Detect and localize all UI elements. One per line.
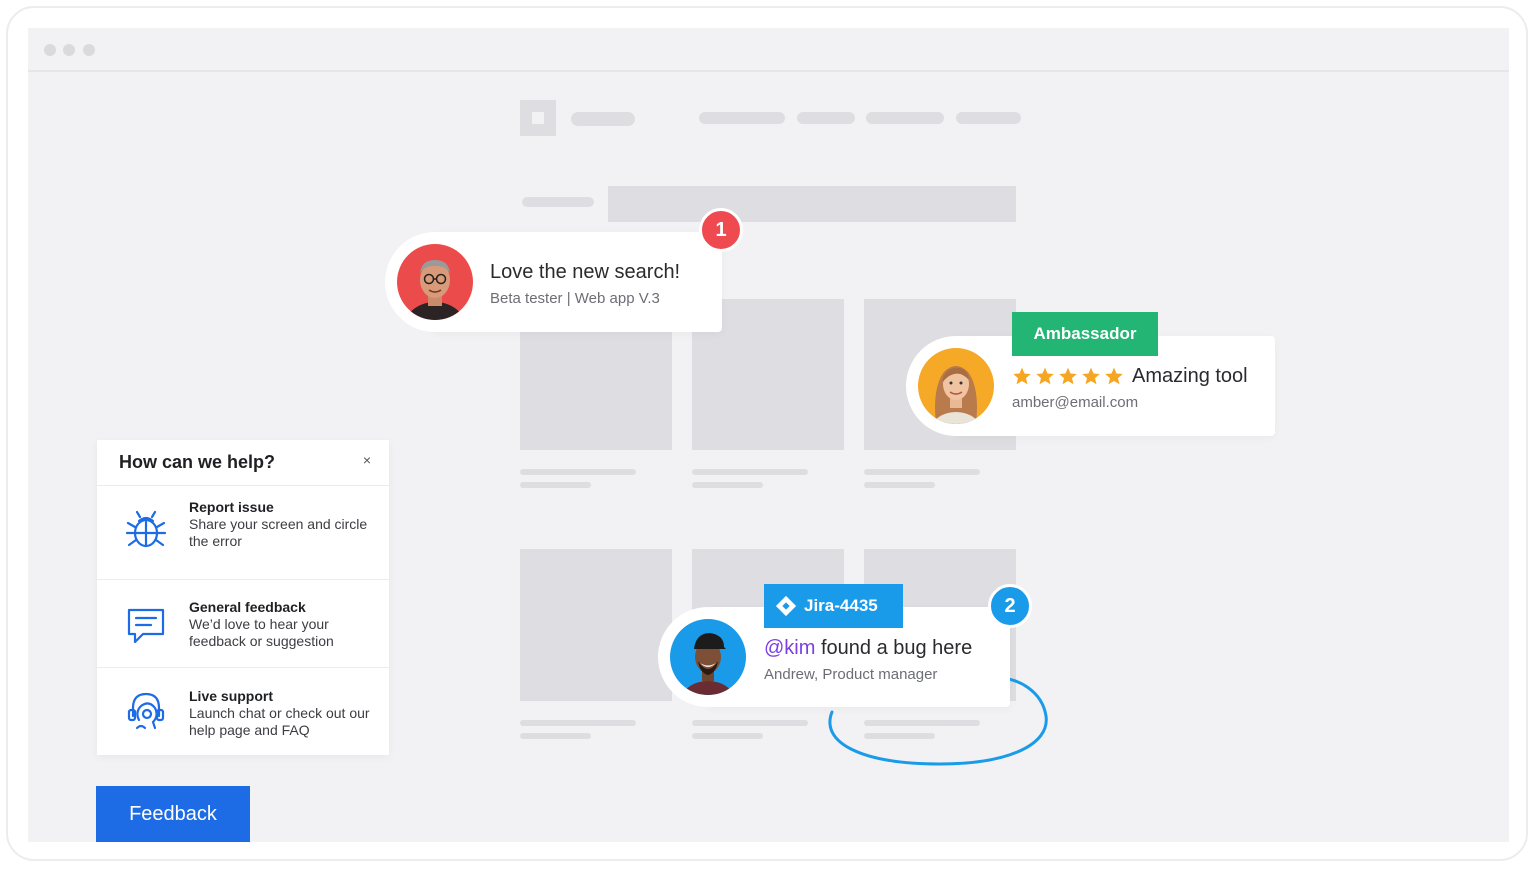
logo-placeholder (520, 100, 556, 136)
feedback-title: @kim found a bug here (764, 637, 972, 660)
help-item-report-issue[interactable]: Report issue Share your screen and circl… (97, 485, 389, 580)
ambassador-tag: Ambassador (1012, 312, 1158, 356)
close-icon[interactable]: × (363, 452, 371, 468)
text-line-placeholder (864, 469, 980, 475)
avatar-beta-tester (397, 244, 473, 320)
search-label-placeholder (522, 197, 594, 207)
help-panel: How can we help? × Report issue Share yo… (97, 440, 389, 755)
text-line-placeholder (864, 482, 935, 488)
star-icon (1082, 367, 1100, 385)
text-line-placeholder (692, 733, 763, 739)
nav-placeholder (797, 112, 855, 124)
feedback-email: amber@email.com (1012, 394, 1139, 411)
window-dot (83, 44, 95, 56)
star-icon (1105, 367, 1123, 385)
feedback-title: Love the new search! (490, 261, 681, 283)
nav-placeholder (699, 112, 785, 124)
help-item-heading: General feedback (189, 599, 306, 615)
feedback-title: Amazing tool (1132, 365, 1248, 387)
text-line-placeholder (692, 720, 808, 726)
text-line-placeholder (520, 469, 636, 475)
notification-count-badge: 2 (988, 584, 1032, 628)
help-item-general-feedback[interactable]: General feedback We’d love to hear your … (97, 580, 389, 668)
help-item-live-support[interactable]: Live support Launch chat or check out ou… (97, 668, 389, 755)
feedback-button[interactable]: Feedback (96, 786, 250, 842)
help-panel-title: How can we help? (119, 452, 276, 472)
help-item-description: Launch chat or check out our help page a… (189, 705, 370, 738)
chat-bubble-icon (127, 608, 165, 644)
avatar-amber (918, 348, 994, 424)
nav-placeholder (866, 112, 944, 124)
search-bar-placeholder (608, 186, 1016, 222)
text-line-placeholder (520, 733, 591, 739)
bug-icon (125, 510, 167, 548)
mention-kim[interactable]: @kim (764, 637, 815, 659)
text-line-placeholder (520, 720, 636, 726)
help-panel-header: How can we help? × (97, 440, 389, 486)
window-dot (63, 44, 75, 56)
help-item-description: Share your screen and circle the error (189, 516, 368, 549)
feedback-author: Andrew, Product manager (764, 666, 938, 683)
text-line-placeholder (520, 482, 591, 488)
text-line-placeholder (692, 482, 763, 488)
star-icon (1036, 367, 1054, 385)
feedback-subtitle: Beta tester | Web app V.3 (490, 290, 660, 307)
jira-ticket-label: Jira-4435 (804, 596, 878, 615)
browser-titlebar (28, 28, 1509, 72)
nav-placeholder (956, 112, 1021, 124)
window-dot (44, 44, 56, 56)
content-card-placeholder (520, 549, 672, 701)
brand-placeholder (571, 112, 635, 126)
star-icon (1013, 367, 1031, 385)
headset-icon (127, 692, 165, 730)
star-icon (1059, 367, 1077, 385)
feedback-title-text: found a bug here (815, 637, 973, 659)
help-item-heading: Live support (189, 688, 274, 704)
avatar-andrew (670, 619, 746, 695)
jira-ticket-tag[interactable]: Jira-4435 (764, 584, 903, 628)
text-line-placeholder (692, 469, 808, 475)
help-item-description: We’d love to hear your feedback or sugge… (189, 616, 334, 649)
jira-diamond-icon (775, 595, 797, 617)
help-item-heading: Report issue (189, 499, 274, 515)
notification-count-badge: 1 (699, 208, 743, 252)
rating-stars (1012, 366, 1124, 388)
